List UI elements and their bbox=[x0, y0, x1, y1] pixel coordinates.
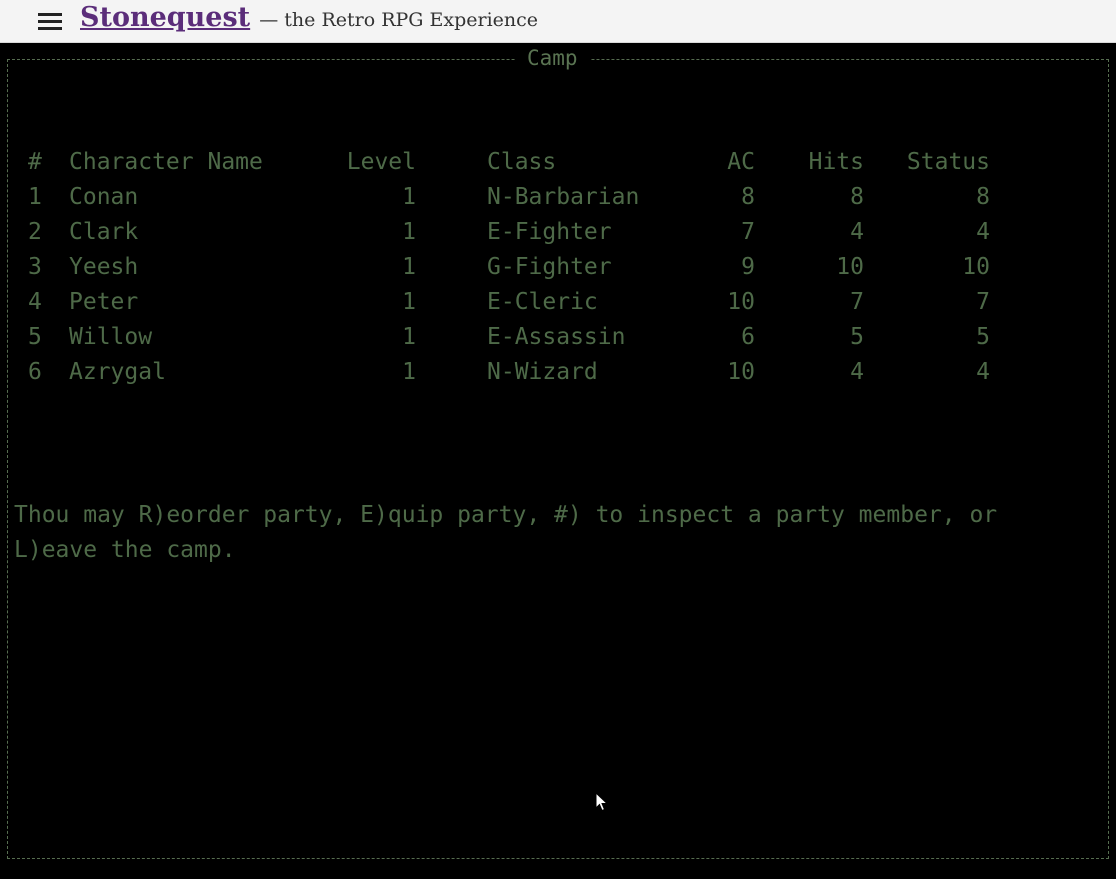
party-row-2-ac: 7 bbox=[741, 219, 755, 245]
party-row-6-ac: 10 bbox=[727, 359, 755, 385]
column-header-class: Class bbox=[487, 149, 557, 175]
party-row-1-ac: 8 bbox=[741, 184, 755, 210]
party-row-6-name[interactable]: Azrygal bbox=[69, 361, 166, 384]
mouse-pointer-icon bbox=[595, 792, 609, 812]
camp-prompt-message: Thou may R)eorder party, E)quip party, #… bbox=[14, 498, 1024, 568]
party-row-1-status: 8 bbox=[976, 184, 990, 210]
frame-title: Camp bbox=[515, 46, 590, 70]
column-header-num: # bbox=[28, 149, 42, 175]
party-row-2-num[interactable]: 2 bbox=[28, 221, 42, 244]
party-row-6-status: 4 bbox=[976, 359, 990, 385]
party-row-6-hits: 4 bbox=[850, 359, 864, 385]
party-row-3-num[interactable]: 3 bbox=[28, 256, 42, 279]
party-row-1-name[interactable]: Conan bbox=[69, 186, 138, 209]
party-row-2-class: E-Fighter bbox=[487, 219, 612, 245]
party-row-3-status: 10 bbox=[962, 254, 990, 280]
column-header-hits: Hits bbox=[808, 149, 864, 175]
party-row-4-status: 7 bbox=[976, 289, 990, 315]
party-row-3-ac: 9 bbox=[741, 254, 755, 280]
game-screen[interactable]: Camp # Character Name Level Class AC Hit… bbox=[0, 43, 1116, 879]
column-header-level: Level bbox=[346, 149, 416, 175]
party-row-5-ac: 6 bbox=[741, 324, 755, 350]
hamburger-menu-icon[interactable] bbox=[38, 13, 62, 30]
party-row-6-num[interactable]: 6 bbox=[28, 361, 42, 384]
column-header-name: Character Name bbox=[69, 149, 263, 175]
party-row-4-name[interactable]: Peter bbox=[69, 291, 138, 314]
party-row-4-ac: 10 bbox=[727, 289, 755, 315]
party-row-5-num[interactable]: 5 bbox=[28, 326, 42, 349]
party-row-1-level: 1 bbox=[402, 184, 416, 210]
brand: Stonequest — the Retro RPG Experience bbox=[80, 2, 538, 33]
camp-prompt-line-2: L)eave the camp. bbox=[14, 537, 236, 563]
party-row-3-name[interactable]: Yeesh bbox=[69, 256, 138, 279]
top-bar: Stonequest — the Retro RPG Experience bbox=[0, 0, 1116, 43]
party-row-6-level: 1 bbox=[402, 359, 416, 385]
party-row-5-status: 5 bbox=[976, 324, 990, 350]
party-row-2-status: 4 bbox=[976, 219, 990, 245]
camp-frame bbox=[7, 59, 1109, 859]
party-row-1-num[interactable]: 1 bbox=[28, 186, 42, 209]
party-row-1-hits: 8 bbox=[850, 184, 864, 210]
party-row-5-level: 1 bbox=[402, 324, 416, 350]
site-title-link[interactable]: Stonequest bbox=[80, 2, 250, 33]
column-header-ac: AC bbox=[727, 149, 755, 175]
party-row-4-level: 1 bbox=[402, 289, 416, 315]
party-row-6-class: N-Wizard bbox=[487, 359, 598, 385]
site-tagline: — the Retro RPG Experience bbox=[259, 9, 539, 31]
party-row-3-class: G-Fighter bbox=[487, 254, 612, 280]
party-row-5-name[interactable]: Willow bbox=[69, 326, 152, 349]
party-row-2-name[interactable]: Clark bbox=[69, 221, 138, 244]
party-row-4-num[interactable]: 4 bbox=[28, 291, 42, 314]
party-row-3-level: 1 bbox=[402, 254, 416, 280]
party-row-4-hits: 7 bbox=[850, 289, 864, 315]
party-row-5-hits: 5 bbox=[850, 324, 864, 350]
party-row-1-class: N-Barbarian bbox=[487, 184, 640, 210]
party-row-2-hits: 4 bbox=[850, 219, 864, 245]
camp-prompt-line-1: Thou may R)eorder party, E)quip party, #… bbox=[14, 502, 998, 528]
column-header-status: Status bbox=[906, 149, 990, 175]
party-row-2-level: 1 bbox=[402, 219, 416, 245]
party-row-4-class: E-Cleric bbox=[487, 289, 598, 315]
party-row-3-hits: 10 bbox=[836, 254, 864, 280]
party-row-5-class: E-Assassin bbox=[487, 324, 626, 350]
